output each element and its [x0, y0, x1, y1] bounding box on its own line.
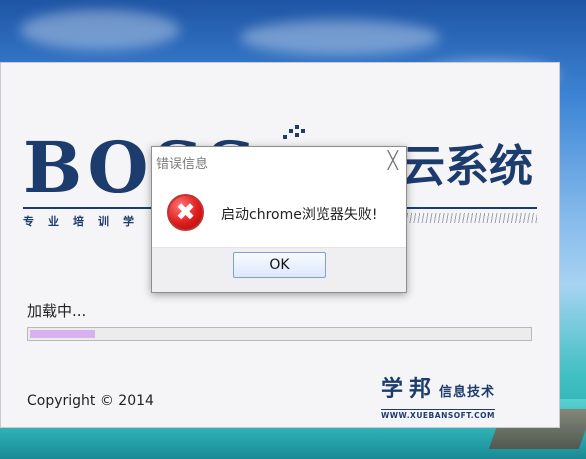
cloud [240, 20, 440, 55]
dialog-footer: OK [152, 247, 406, 292]
brand-tagline: 信息技术 [439, 385, 496, 400]
dialog-message: 启动chrome浏览器失败! [221, 207, 378, 223]
progress-bar [27, 327, 532, 341]
copyright-text: Copyright © 2014 [27, 393, 154, 409]
dialog-body: ✖ 启动chrome浏览器失败! [152, 178, 406, 250]
brand-url: WWW.XUEBANSOFT.COM [381, 409, 495, 420]
product-title: 云系统 [401, 141, 533, 192]
xueban-logo: 学邦 信息技术 WWW.XUEBANSOFT.COM [381, 371, 521, 420]
brand-name: 学邦 [381, 377, 438, 402]
close-icon[interactable]: ╳ [388, 152, 398, 170]
dialog-title: 错误信息 [156, 157, 209, 172]
error-icon: ✖ [167, 194, 204, 231]
error-dialog: 错误信息 ╳ ✖ 启动chrome浏览器失败! OK [151, 146, 407, 293]
logo-hatch [403, 213, 537, 223]
cloud [20, 10, 180, 50]
ok-button[interactable]: OK [233, 252, 326, 278]
loading-label: 加载中... [27, 302, 87, 320]
progress-fill [30, 330, 95, 338]
product-subtitle: 专业培训学 [23, 215, 148, 228]
logo-dots-icon [283, 125, 305, 147]
dialog-titlebar[interactable]: 错误信息 ╳ [152, 147, 406, 178]
